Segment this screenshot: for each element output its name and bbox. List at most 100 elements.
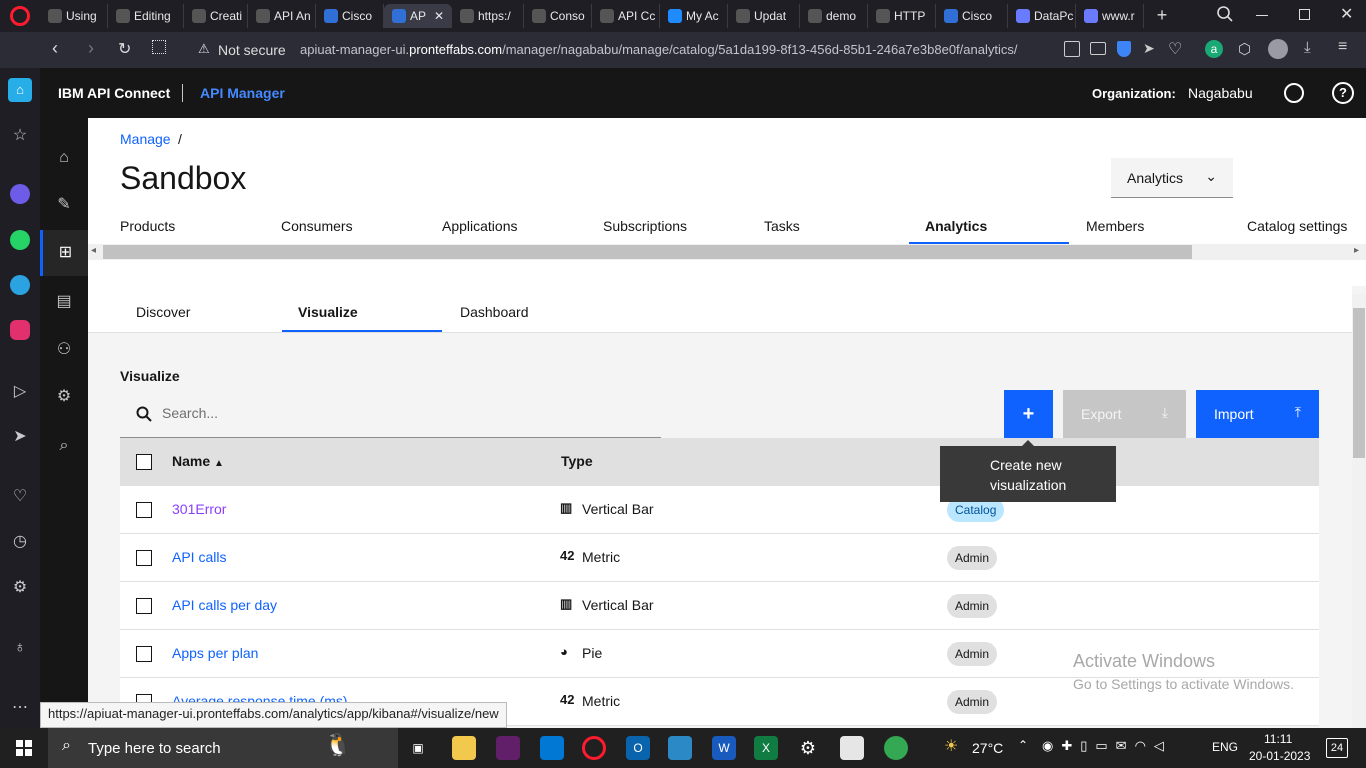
extensions-icon[interactable]: ⬡ (1238, 40, 1251, 58)
restore-button[interactable] (1299, 9, 1310, 20)
develop-icon[interactable]: ✎ (40, 182, 88, 228)
row-name-link[interactable]: API calls (172, 549, 226, 565)
whatsapp-icon[interactable] (10, 230, 30, 250)
close-tab-icon[interactable]: ✕ (434, 9, 444, 23)
scroll-right-icon[interactable]: ▸ (1354, 245, 1359, 256)
messenger-icon[interactable] (10, 184, 30, 204)
clock-date[interactable]: 20-01-2023 (1249, 749, 1310, 763)
tab-members[interactable]: Members (1086, 218, 1144, 234)
browser-tab[interactable]: https:/ (452, 4, 524, 28)
row-checkbox[interactable] (136, 598, 152, 614)
windows-start-icon[interactable] (16, 740, 32, 756)
download-icon[interactable]: ⤓ (1304, 39, 1311, 56)
row-checkbox[interactable] (136, 550, 152, 566)
browser-tab[interactable]: Updat (728, 4, 800, 28)
tab-applications[interactable]: Applications (442, 218, 518, 234)
share-icon[interactable] (1064, 41, 1080, 57)
word-icon[interactable]: W (712, 736, 736, 760)
members-icon[interactable]: ⚇ (40, 327, 88, 373)
scroll-left-icon[interactable]: ◂ (91, 245, 96, 256)
browser-tab[interactable]: Cisco (316, 4, 384, 28)
browser-tab[interactable]: HTTP (868, 4, 936, 28)
forward-icon[interactable]: › (88, 38, 94, 59)
camera-icon[interactable] (1090, 42, 1106, 55)
resources-icon[interactable]: ▤ (40, 279, 88, 325)
tab-consumers[interactable]: Consumers (281, 218, 353, 234)
star-icon[interactable]: ☆ (8, 124, 32, 148)
export-button[interactable]: Export ⤓ (1063, 390, 1186, 438)
scrollbar-v-thumb[interactable] (1353, 308, 1365, 458)
browser-tab[interactable]: API Cc (592, 4, 660, 28)
tab-products[interactable]: Products (120, 218, 175, 234)
opera-logo-icon[interactable] (10, 6, 30, 26)
browser-tab[interactable]: Conso (524, 4, 592, 28)
org-value[interactable]: Nagababu (1188, 85, 1253, 101)
product-name[interactable]: IBM API Connect (58, 85, 170, 101)
weather-temp[interactable]: 27°C (972, 740, 1003, 756)
home-tile-icon[interactable]: ⌂ (8, 78, 32, 102)
help-icon[interactable]: ? (1332, 82, 1354, 104)
search-box[interactable]: Search... (120, 390, 661, 438)
browser-tab[interactable]: API An (248, 4, 316, 28)
close-window-button[interactable]: ✕ (1340, 3, 1356, 27)
row-name-link[interactable]: 301Error (172, 501, 226, 517)
tray-chevron-icon[interactable]: ⌃ (1018, 738, 1028, 752)
not-secure-label[interactable]: Not secure (218, 42, 286, 58)
heart-icon[interactable]: ♡ (1168, 39, 1182, 59)
view-select[interactable]: Analytics ⌄ (1111, 158, 1233, 198)
subtab-dashboard[interactable]: Dashboard (460, 304, 529, 320)
search-nav-icon[interactable]: ⌕ (40, 423, 88, 469)
browser-tab[interactable]: www.r (1076, 4, 1144, 28)
breadcrumb-manage[interactable]: Manage (120, 131, 171, 147)
task-view-icon[interactable]: ▣ (406, 736, 430, 760)
excel-icon[interactable]: X (754, 736, 778, 760)
row-checkbox[interactable] (136, 646, 152, 662)
clock-time[interactable]: 11:11 (1264, 732, 1292, 746)
tab-catalog-settings[interactable]: Catalog settings (1247, 218, 1347, 234)
app-name[interactable]: API Manager (200, 85, 285, 101)
opera-taskbar-icon[interactable] (582, 736, 606, 760)
scrollbar-thumb[interactable] (103, 245, 1192, 259)
row-name-link[interactable]: Apps per plan (172, 645, 258, 661)
file-explorer-icon[interactable] (452, 736, 476, 760)
heart-sidebar-icon[interactable]: ♡ (8, 485, 32, 509)
back-icon[interactable]: ‹ (52, 38, 58, 59)
telegram-icon[interactable] (10, 275, 30, 295)
minimize-button[interactable] (1256, 15, 1268, 16)
tab-tasks[interactable]: Tasks (764, 218, 800, 234)
slack-icon[interactable] (496, 736, 520, 760)
tabs-scrollbar[interactable]: ◂ ▸ (88, 244, 1366, 260)
speed-dial-icon[interactable] (152, 40, 166, 54)
home-icon[interactable]: ⌂ (40, 135, 88, 181)
settings-sidebar-icon[interactable]: ⚙ (8, 576, 32, 600)
tray-icons[interactable]: ◉✚▯▭✉◠◁ (1042, 738, 1172, 754)
column-type[interactable]: Type (561, 453, 593, 469)
notifications-icon[interactable]: 24 (1326, 738, 1348, 758)
user-icon[interactable] (1284, 83, 1304, 103)
browser-tab[interactable]: Cisco (936, 4, 1008, 28)
manage-icon[interactable]: ⊞ (40, 230, 88, 276)
browser-tab[interactable]: Using (40, 4, 108, 28)
more-dots-icon[interactable]: ⋯ (8, 696, 32, 720)
subtab-visualize[interactable]: Visualize (298, 304, 358, 320)
select-all-checkbox[interactable] (136, 454, 152, 470)
browser-tab[interactable]: Editing (108, 4, 184, 28)
table-row[interactable]: 301Error ▥ Vertical Bar Catalog (120, 486, 1319, 534)
table-row[interactable]: API calls per day ▥ Vertical Bar Admin (120, 582, 1319, 630)
tab-analytics[interactable]: Analytics (925, 218, 987, 234)
row-name-link[interactable]: API calls per day (172, 597, 277, 613)
row-checkbox[interactable] (136, 502, 152, 518)
create-visualization-button[interactable]: + (1004, 390, 1053, 438)
history-icon[interactable]: ◷ (8, 530, 32, 554)
app-icon[interactable] (540, 736, 564, 760)
send-sidebar-icon[interactable]: ➤ (8, 425, 32, 449)
outlook-icon[interactable]: O (626, 736, 650, 760)
vpn-shield-icon[interactable] (1117, 41, 1131, 57)
browser-tab[interactable]: Creati (184, 4, 248, 28)
column-name[interactable]: Name ▲ (172, 453, 224, 469)
tab-search-icon[interactable] (1216, 5, 1236, 25)
tab-subscriptions[interactable]: Subscriptions (603, 218, 687, 234)
send-icon[interactable]: ➤ (1143, 40, 1155, 57)
aria-icon[interactable]: a (1205, 40, 1223, 58)
language-indicator[interactable]: ENG (1212, 740, 1238, 754)
